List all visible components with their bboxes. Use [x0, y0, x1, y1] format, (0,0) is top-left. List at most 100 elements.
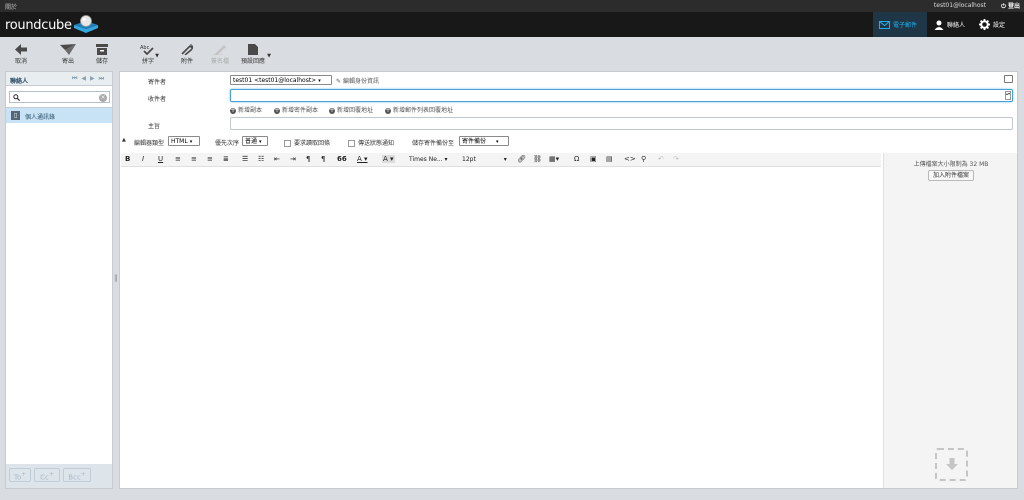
add-cc-button[interactable]: Cc+ [34, 468, 60, 482]
header-bar: roundcube [0, 12, 1024, 37]
cancel-button[interactable]: 取消 [5, 44, 37, 65]
edit-identity-label: 編輯身份資訊 [342, 78, 379, 85]
add-to-button[interactable]: To+ [9, 468, 31, 482]
recipient-buttons: To+ Cc+ Bcc+ [6, 464, 112, 488]
add-cc-link[interactable]: + 新增副本 [230, 105, 262, 114]
find-replace-icon[interactable]: ⚲ [641, 155, 646, 163]
attach-button[interactable]: 附件 [171, 44, 203, 65]
align-center-icon[interactable]: ≡ [191, 155, 197, 163]
priority-select[interactable]: 普通 ▾ [242, 136, 268, 146]
nav-contacts[interactable]: 聯絡人 [928, 12, 972, 37]
add-bcc-button[interactable]: Bcc+ [63, 468, 91, 482]
charmap-icon[interactable]: Ω [574, 155, 579, 163]
receipt-label: 要求讀取回條 [294, 140, 331, 147]
add-bcc-link[interactable]: + 新增密件副本 [274, 105, 318, 114]
outdent-icon[interactable]: ⇤ [274, 155, 280, 163]
font-size-value: 12pt [462, 156, 476, 163]
panel-splitter[interactable]: ‖ [114, 274, 118, 284]
logo-text: roundcube [5, 18, 72, 33]
addressbook-item-personal[interactable]: ▯ 個人通訊錄 [6, 108, 112, 123]
about-link[interactable]: 關於 [5, 2, 17, 11]
signature-button[interactable]: 簽名檔 [204, 44, 236, 65]
nav-settings[interactable]: 設定 [973, 12, 1023, 37]
to-field[interactable]: ▴▾ [230, 89, 1013, 102]
background-color-icon[interactable]: A ▾ [382, 155, 395, 163]
save-label: 儲存 [95, 58, 108, 65]
contacts-search-box[interactable]: × [9, 91, 110, 103]
subject-field[interactable] [230, 117, 1013, 130]
paperclip-plus-icon [181, 44, 194, 55]
add-replyto-link[interactable]: + 新增回覆地址 [329, 105, 373, 114]
savecopy-select[interactable]: 寄件備份 ▾ [459, 136, 509, 146]
spellcheck-button[interactable]: Abc 拼字 ▼ [135, 44, 161, 65]
pen-icon [213, 45, 226, 55]
bullet-list-icon[interactable]: ☰ [242, 155, 248, 163]
spell-dropdown-icon[interactable]: ▼ [155, 53, 159, 59]
responses-dropdown-icon[interactable]: ▼ [267, 53, 271, 59]
chevron-down-icon: ▾ [189, 139, 193, 145]
pencil-icon: ✎ [336, 78, 342, 85]
align-right-icon[interactable]: ≡ [207, 155, 213, 163]
paper-plane-icon [60, 44, 76, 55]
add-followupto-link[interactable]: + 新增郵件列表回覆地址 [385, 105, 453, 114]
send-button[interactable]: 寄出 [52, 44, 84, 65]
table-icon[interactable]: ▦▾ [549, 155, 559, 163]
logout-label: 登出 [1007, 3, 1020, 10]
message-body-editor[interactable] [121, 168, 881, 488]
expand-window-icon[interactable] [1004, 75, 1013, 83]
editor-type-value: HTML [171, 138, 188, 145]
dsn-option[interactable]: 傳送狀態通知 [348, 138, 394, 147]
collapse-options-icon[interactable]: ▲ [122, 137, 126, 143]
undo-icon[interactable]: ↶ [658, 155, 664, 163]
code-icon[interactable]: <> [624, 155, 636, 163]
font-family-select[interactable]: Times Ne... ▾ [409, 156, 448, 163]
attachment-drop-zone[interactable] [935, 448, 968, 481]
italic-button[interactable]: I [142, 155, 144, 163]
clear-search-icon[interactable]: × [99, 93, 107, 102]
underline-button[interactable]: U [158, 155, 163, 163]
bold-button[interactable]: B [125, 155, 130, 163]
unlink-icon[interactable]: ⛓︎ [533, 155, 542, 163]
savecopy-value: 寄件備份 [462, 138, 487, 145]
logout-button[interactable]: ⏻ 登出 [1001, 1, 1020, 11]
contacts-search-input[interactable] [22, 92, 100, 102]
receipt-option[interactable]: 要求讀取回條 [284, 138, 330, 147]
editor-type-select[interactable]: HTML ▾ [168, 136, 200, 146]
responses-button[interactable]: 預設回應 ▼ [236, 44, 271, 65]
compose-toolbar: 取消 寄出 儲存 Abc 拼字 ▼ 附件 簽名檔 預設回應 ▼ [0, 37, 1024, 70]
edit-identity-link[interactable]: ✎ 編輯身份資訊 [336, 76, 379, 85]
numbered-list-icon[interactable]: ☷ [258, 155, 264, 163]
pagination-icons[interactable]: ⏮◀▶⏭ [72, 75, 108, 83]
indent-icon[interactable]: ⇥ [290, 155, 296, 163]
rtl-icon[interactable]: ¶ [321, 155, 325, 163]
ltr-icon[interactable]: ¶ [306, 155, 310, 163]
blockquote-icon[interactable]: 66 [337, 155, 347, 163]
savecopy-label: 儲存寄件備份至 [412, 140, 455, 147]
power-icon: ⏻ [1001, 3, 1006, 10]
receipt-checkbox[interactable] [284, 140, 291, 147]
from-label: 寄件者 [148, 79, 167, 86]
add-bcc-label: Bcc [68, 473, 81, 482]
dsn-checkbox[interactable] [348, 140, 355, 147]
search-icon [13, 94, 20, 101]
redo-icon[interactable]: ↷ [673, 155, 679, 163]
link-icon[interactable]: 🔗︎ [517, 155, 526, 163]
from-select[interactable]: test01 <test01@localhost> ▾ [230, 75, 332, 85]
contacts-panel-title: 聯絡人 [10, 78, 29, 85]
contacts-panel-header: 聯絡人 ⏮◀▶⏭ [6, 72, 112, 86]
save-draft-button[interactable]: 儲存 [86, 44, 118, 65]
spellcheck-icon: Abc [140, 45, 154, 55]
nav-mail[interactable]: 電子郵件 [873, 12, 927, 37]
align-left-icon[interactable]: ≡ [175, 155, 181, 163]
attach-label: 附件 [180, 58, 193, 65]
chevron-down-icon: ▾ [496, 139, 499, 145]
add-followupto-link-label: 新增郵件列表回覆地址 [393, 107, 454, 114]
text-color-icon[interactable]: A ▾ [357, 155, 368, 163]
image-icon[interactable]: ▣ [590, 155, 597, 163]
add-attachment-button[interactable]: 加入附件檔案 [928, 170, 974, 181]
align-justify-icon[interactable]: ≣ [223, 155, 229, 163]
spell-label: 拼字 [141, 58, 154, 65]
to-field-spinner-icon[interactable]: ▴▾ [1005, 91, 1011, 100]
media-icon[interactable]: ▤ [606, 155, 613, 163]
font-size-select[interactable]: 12pt ▾ [462, 156, 507, 163]
